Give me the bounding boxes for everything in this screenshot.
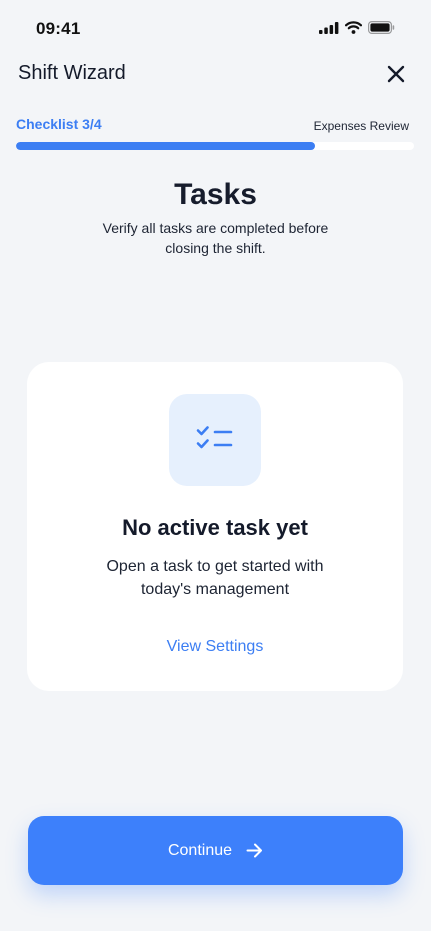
header: Shift Wizard [0,56,431,96]
view-settings-link[interactable]: View Settings [27,638,403,656]
arrow-right-icon [246,843,263,858]
status-time: 09:41 [36,19,81,38]
progress-bar-fill [16,142,315,150]
battery-icon [368,21,395,34]
page-title: Shift Wizard [18,62,126,84]
close-button[interactable] [385,63,407,85]
wifi-icon [345,21,362,34]
status-icons [319,21,395,34]
signal-icon [319,21,339,34]
status-bar: 09:41 [0,0,431,56]
empty-state-title: No active task yet [122,515,308,540]
progress-label: Checklist 3/4 [16,116,102,132]
section-title: Tasks [174,178,257,211]
checklist-icon [196,426,233,449]
continue-button[interactable]: Continue [28,816,403,885]
next-step-label: Expenses Review [313,119,409,133]
empty-state-text: Open a task to get started with today's … [106,558,324,598]
empty-state-icon-tile [169,394,261,486]
section-subtitle: Verify all tasks are completed before cl… [102,220,329,256]
progress-bar [16,142,414,150]
close-icon [387,65,405,83]
empty-state-card: No active task yet Open a task to get st… [27,362,403,691]
continue-button-label: Continue [167,841,233,859]
